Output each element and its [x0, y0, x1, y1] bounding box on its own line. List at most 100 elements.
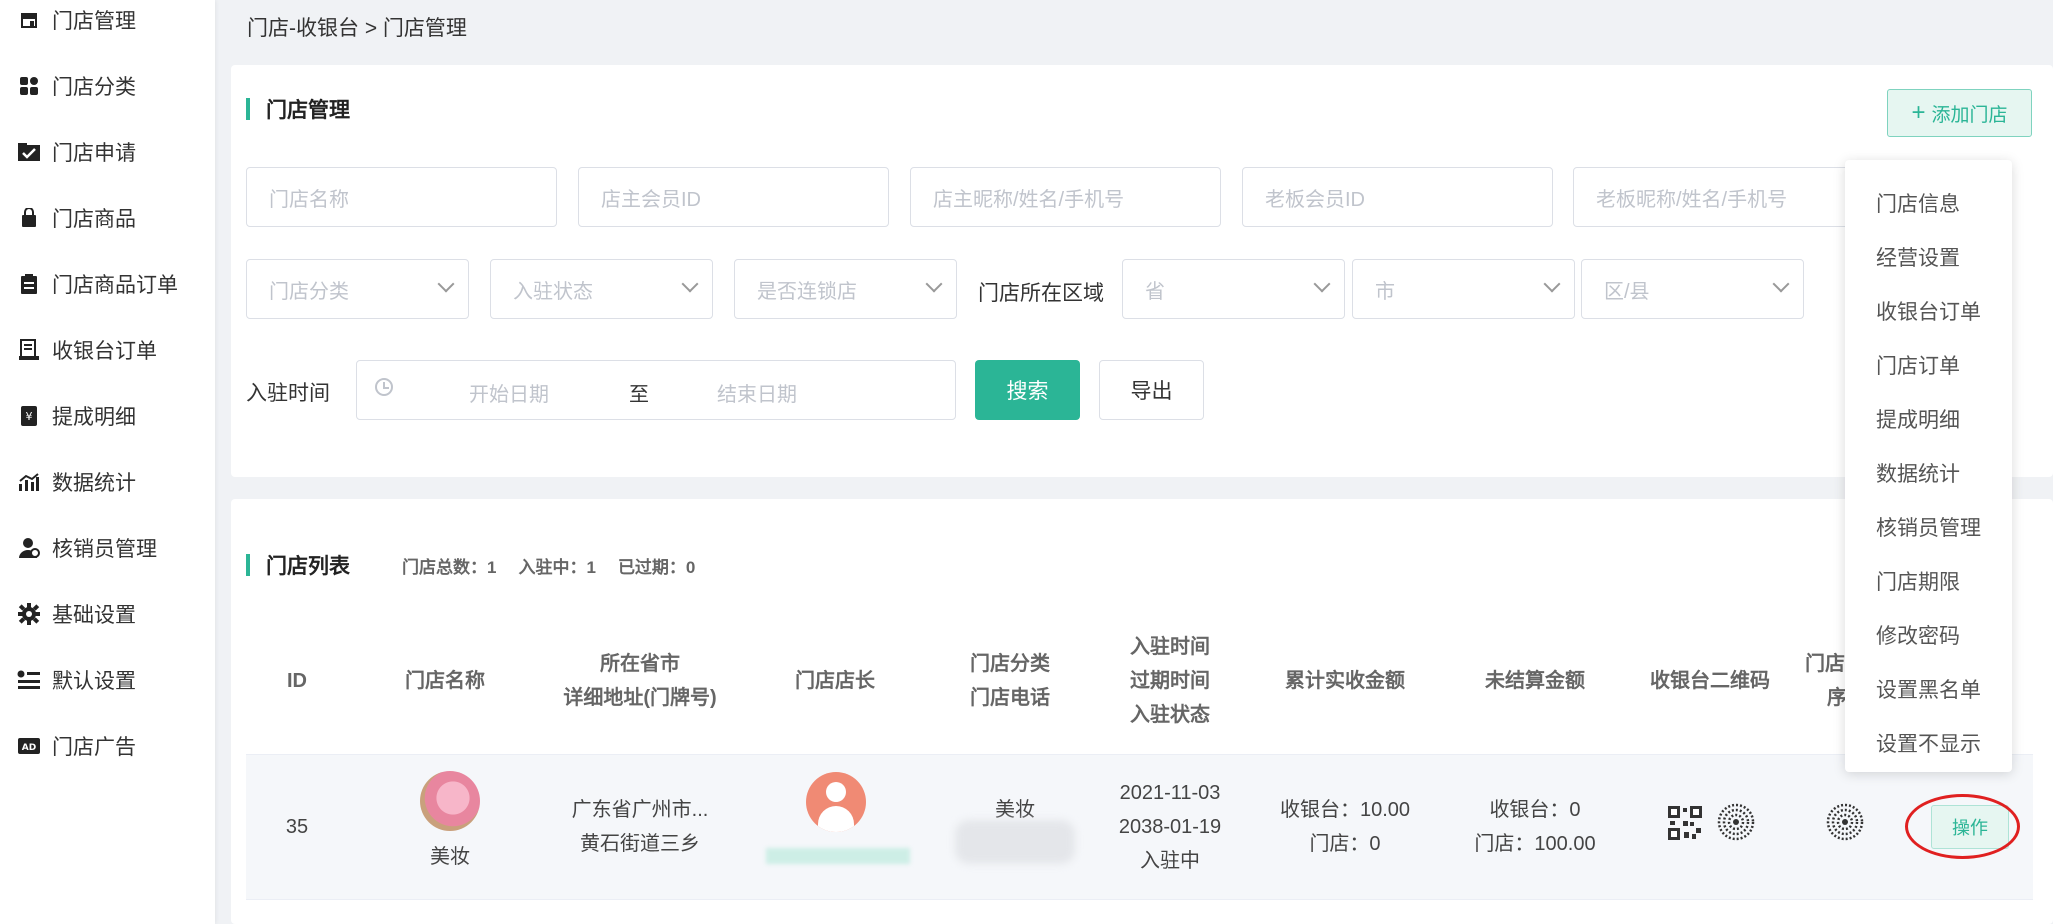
store-avatar	[420, 771, 480, 831]
chain-select[interactable]: 是否连锁店	[734, 259, 957, 319]
cell-unsettled-store: 门店：100.00	[1474, 833, 1596, 855]
header-phone: 门店电话	[970, 687, 1050, 709]
chevron-down-icon	[1772, 275, 1790, 293]
qrcode-icon[interactable]	[1668, 806, 1702, 840]
list-title-text: 门店列表	[266, 555, 350, 578]
category-icon	[16, 73, 42, 99]
menu-item-change-password[interactable]: 修改密码	[1876, 620, 1960, 650]
chevron-down-icon	[925, 275, 943, 293]
cashier-icon	[16, 337, 42, 363]
sidebar: 门店管理 门店分类 门店申请 门店商品 门店商品订单 收银台订单 ¥ 提成明细	[0, 0, 215, 924]
svg-text:AD: AD	[22, 743, 36, 753]
cell-expire-date: 2038-01-19	[1118, 816, 1222, 838]
cell-total-cashier: 收银台：10.00	[1279, 799, 1411, 821]
status-select[interactable]: 入驻状态	[490, 259, 713, 319]
header-expire-time: 过期时间	[1130, 670, 1210, 692]
cell-unsettled-cashier: 收银台：0	[1489, 799, 1581, 821]
header-join-status: 入驻状态	[1130, 704, 1210, 726]
header-unsettled: 未结算金额	[1485, 670, 1585, 692]
search-button[interactable]: 搜索	[975, 360, 1080, 420]
sidebar-item-store-goods-orders[interactable]: 门店商品订单	[0, 264, 215, 304]
date-start-placeholder[interactable]: 开始日期	[469, 378, 549, 407]
sidebar-item-store-management[interactable]: 门店管理	[0, 0, 215, 40]
sidebar-item-store-goods[interactable]: 门店商品	[0, 198, 215, 238]
chevron-down-icon	[1543, 275, 1561, 293]
avatar-head-shape	[826, 782, 846, 802]
menu-item-blacklist[interactable]: 设置黑名单	[1876, 674, 1981, 704]
boss-member-id-input[interactable]: 老板会员ID	[1242, 167, 1553, 227]
sidebar-item-label: 数据统计	[52, 472, 136, 495]
stat-active: 入驻中：1	[518, 558, 596, 577]
order-icon	[16, 271, 42, 297]
category-select[interactable]: 门店分类	[246, 259, 469, 319]
menu-item-store-info[interactable]: 门店信息	[1876, 188, 1960, 218]
header-total-amount: 累计实收金额	[1285, 670, 1405, 692]
sidebar-item-verifier[interactable]: 核销员管理	[0, 528, 215, 568]
commission-icon: ¥	[16, 403, 42, 429]
settings-list-icon	[16, 667, 42, 693]
menu-item-statistics[interactable]: 数据统计	[1876, 458, 1960, 488]
svg-text:¥: ¥	[26, 410, 33, 423]
header-category: 门店分类	[970, 653, 1050, 675]
sidebar-item-commission[interactable]: ¥ 提成明细	[0, 396, 215, 436]
operation-menu: 门店信息 经营设置 收银台订单 门店订单 提成明细 数据统计 核销员管理 门店期…	[1845, 160, 2012, 772]
sidebar-item-label: 提成明细	[52, 406, 136, 429]
boss-member-id-placeholder: 老板会员ID	[1265, 188, 1365, 211]
sidebar-item-label: 收银台订单	[52, 340, 157, 363]
menu-item-store-term[interactable]: 门店期限	[1876, 566, 1960, 596]
province-select-value: 省	[1145, 280, 1165, 303]
add-store-button[interactable]: + 添加门店	[1887, 89, 2032, 137]
store-name-input[interactable]: 门店名称	[246, 167, 557, 227]
chevron-down-icon	[437, 275, 455, 293]
sidebar-item-store-application[interactable]: 门店申请	[0, 132, 215, 172]
highlight-ring	[1905, 794, 2020, 859]
district-select-value: 区/县	[1604, 280, 1650, 303]
mini-program-code-icon[interactable]	[1717, 803, 1755, 841]
province-select[interactable]: 省	[1122, 259, 1345, 319]
title-accent-bar	[246, 554, 250, 576]
boss-nick-placeholder: 老板昵称/姓名/手机号	[1596, 188, 1788, 211]
store-mini-program-code-icon[interactable]	[1826, 803, 1864, 841]
cell-unsettled: 收银台：0 门店：100.00	[1450, 793, 1620, 861]
sidebar-item-store-category[interactable]: 门店分类	[0, 66, 215, 106]
date-end-placeholder[interactable]: 结束日期	[717, 378, 797, 407]
user-icon	[16, 535, 42, 561]
menu-item-business-settings[interactable]: 经营设置	[1876, 242, 1960, 272]
menu-item-hide[interactable]: 设置不显示	[1876, 728, 1981, 758]
menu-item-store-orders[interactable]: 门店订单	[1876, 350, 1960, 380]
chain-select-value: 是否连锁店	[757, 280, 857, 303]
add-store-label: 添加门店	[1931, 104, 2008, 126]
gear-icon	[16, 601, 42, 627]
store-stats: 门店总数：1 入驻中：1 已过期：0	[402, 553, 695, 578]
sidebar-item-cashier-orders[interactable]: 收银台订单	[0, 330, 215, 370]
owner-member-id-input[interactable]: 店主会员ID	[578, 167, 889, 227]
header-address-line2: 详细地址(门牌号)	[563, 687, 717, 709]
sidebar-item-default-settings[interactable]: 默认设置	[0, 660, 215, 700]
export-button[interactable]: 导出	[1099, 360, 1204, 420]
menu-item-verifier-management[interactable]: 核销员管理	[1876, 512, 1981, 542]
sidebar-item-label: 门店申请	[52, 142, 136, 165]
city-select[interactable]: 市	[1352, 259, 1575, 319]
owner-nick-input[interactable]: 店主昵称/姓名/手机号	[910, 167, 1221, 227]
district-select[interactable]: 区/县	[1581, 259, 1804, 319]
sidebar-item-label: 门店广告	[52, 736, 136, 759]
cell-total-amount: 收银台：10.00 门店：0	[1255, 793, 1435, 861]
sidebar-item-store-ads[interactable]: AD 门店广告	[0, 726, 215, 766]
cell-region: 广东省广州市...	[571, 799, 709, 821]
cell-times: 2021-11-03 2038-01-19 入驻中	[1100, 776, 1240, 878]
date-range-picker[interactable]: 开始日期 至 结束日期	[356, 360, 956, 420]
chevron-down-icon	[681, 275, 699, 293]
header-address-line1: 所在省市	[600, 653, 680, 675]
owner-avatar	[806, 772, 866, 832]
menu-item-commission[interactable]: 提成明细	[1876, 404, 1960, 434]
boss-nick-input[interactable]: 老板昵称/姓名/手机号	[1573, 167, 1884, 227]
stat-total: 门店总数：1	[402, 558, 497, 577]
sidebar-item-statistics[interactable]: 数据统计	[0, 462, 215, 502]
filter-title-text: 门店管理	[266, 99, 350, 122]
title-accent-bar	[246, 98, 250, 120]
menu-item-cashier-orders[interactable]: 收银台订单	[1876, 296, 1981, 326]
sidebar-item-basic-settings[interactable]: 基础设置	[0, 594, 215, 634]
header-owner: 门店店长	[795, 670, 875, 692]
header-join-time: 入驻时间	[1130, 636, 1210, 658]
owner-member-id-placeholder: 店主会员ID	[601, 188, 701, 211]
